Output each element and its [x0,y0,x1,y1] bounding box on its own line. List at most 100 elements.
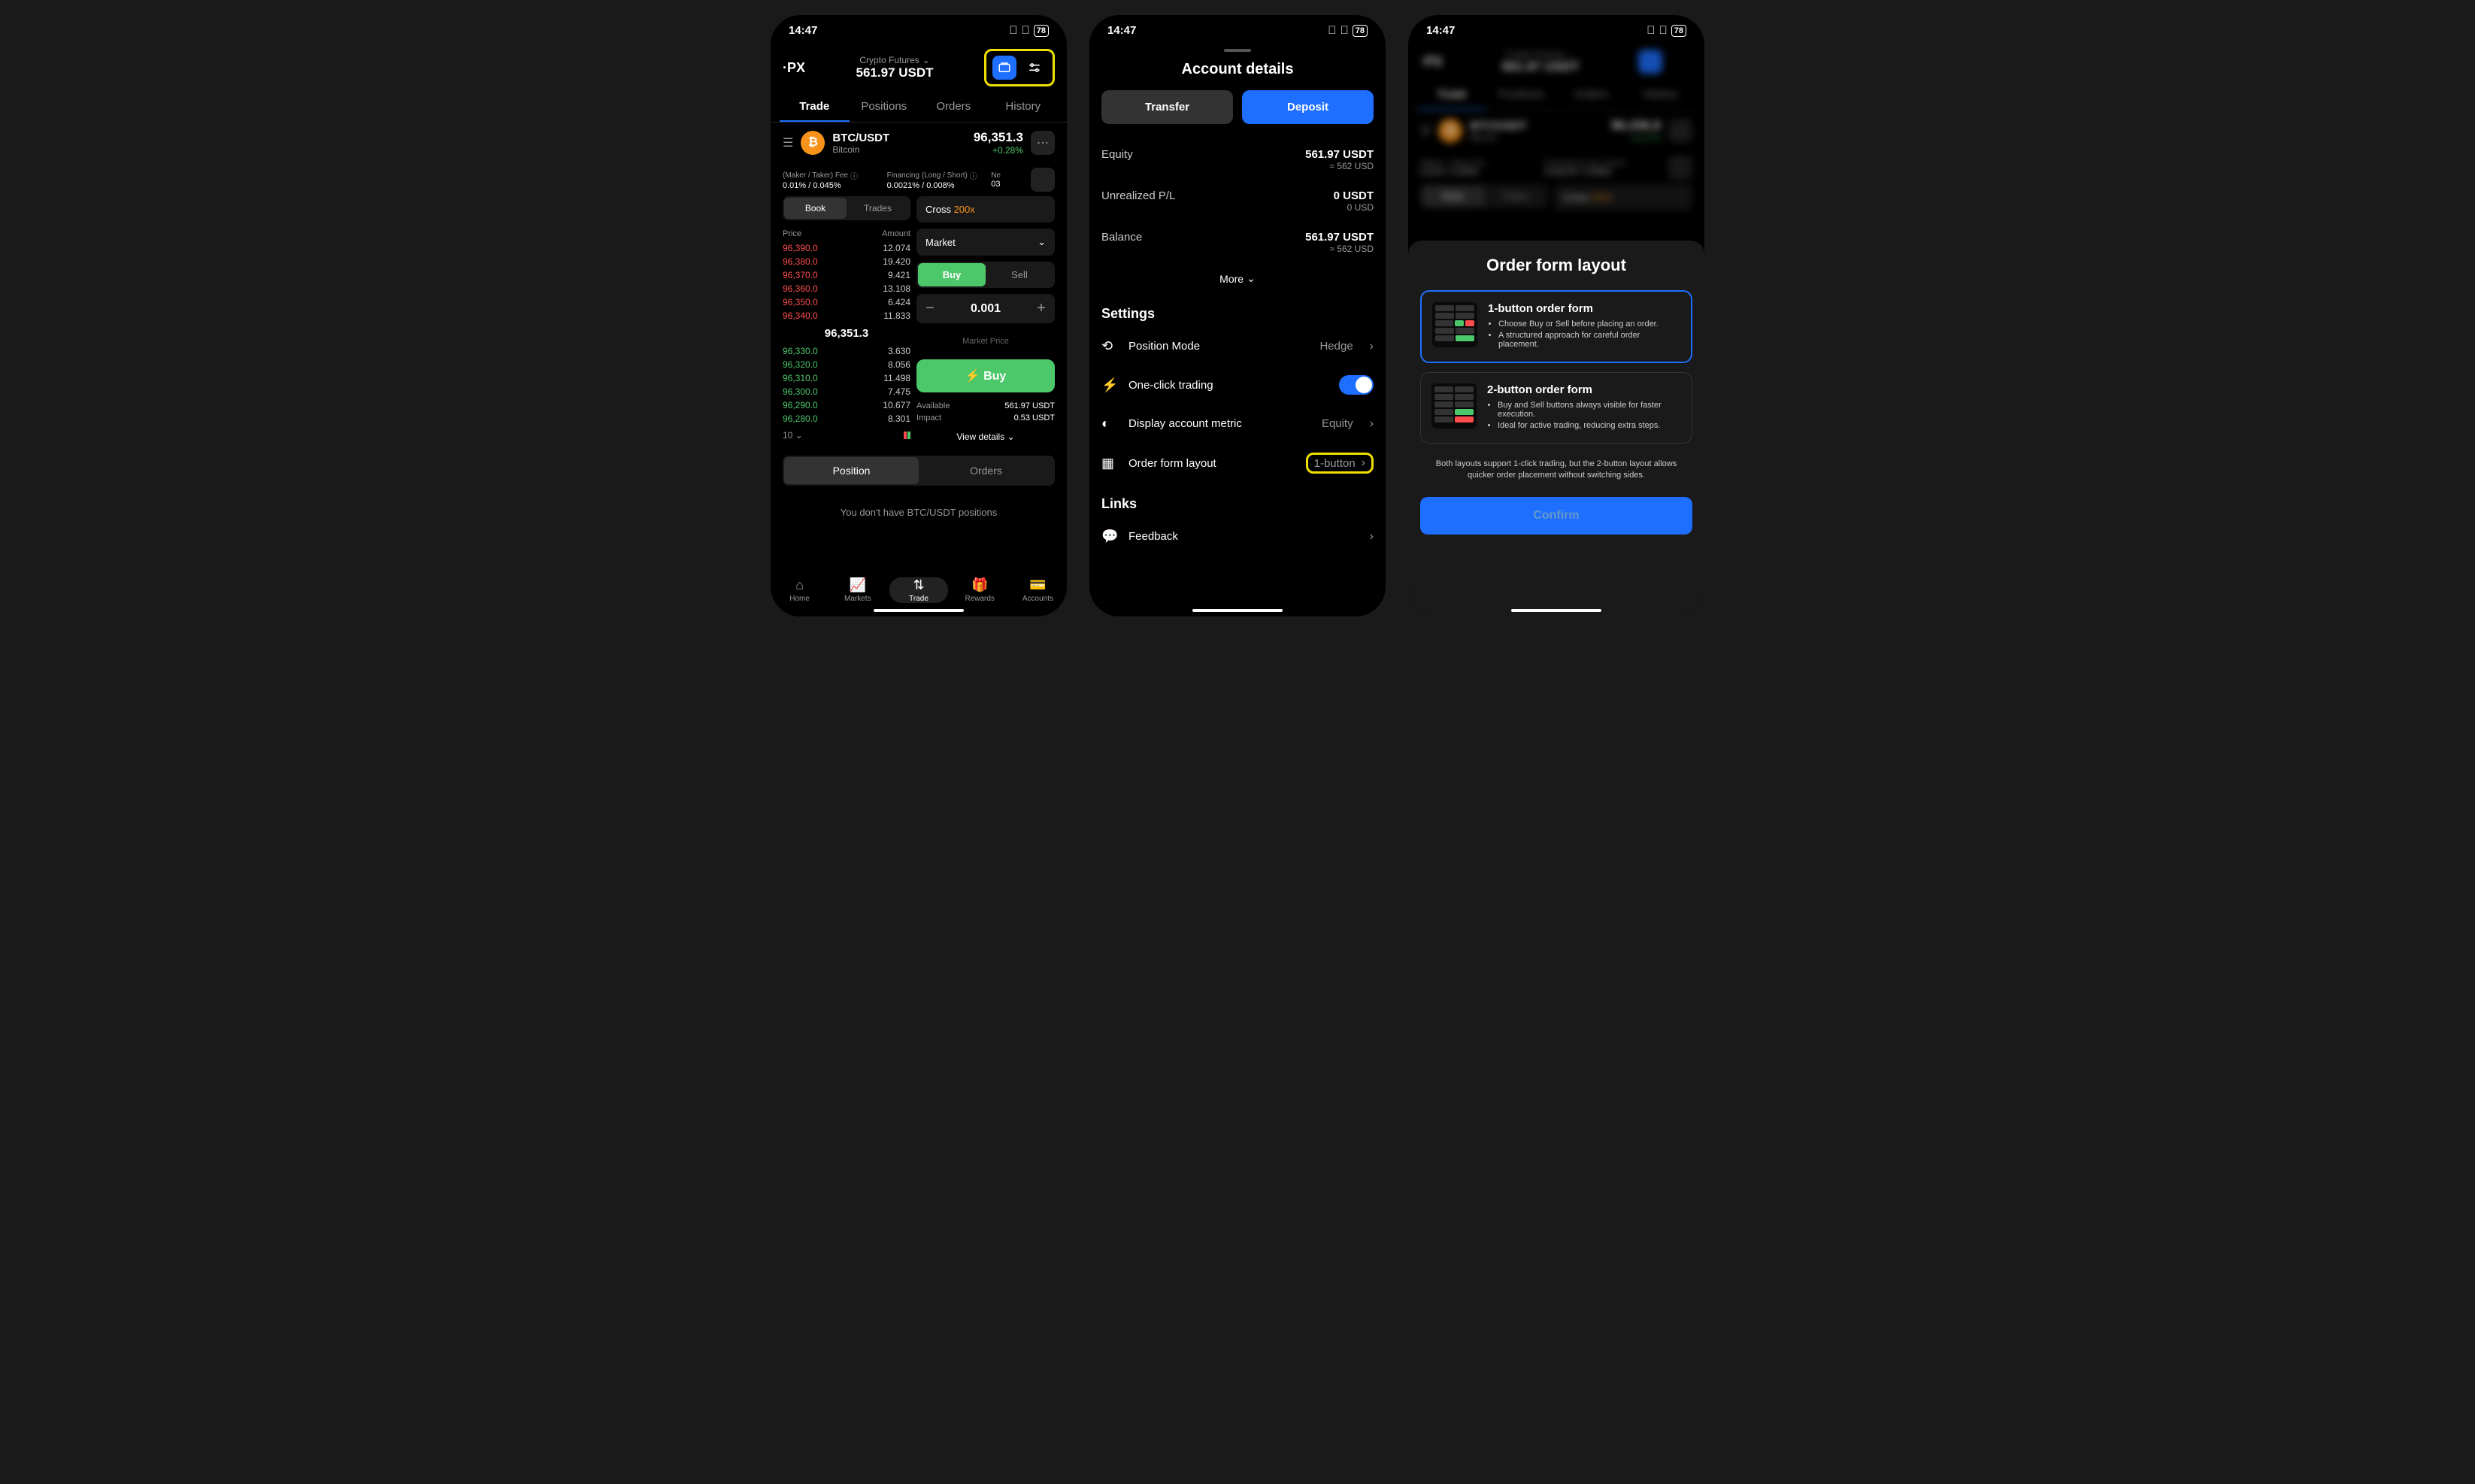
nav-home[interactable]: ⌂Home [771,577,829,603]
pair-symbol: BTC/USDT [832,132,965,144]
toggle-book[interactable]: Book [784,198,847,219]
tab-orders[interactable]: Orders [919,92,989,122]
preview-2-button [1431,383,1477,429]
balance-row: Balance 561.97 USDT≈ 562 USD [1089,222,1386,263]
grouping-dropdown[interactable]: 10 ⌄ [783,430,803,441]
chevron-right-icon: › [1370,530,1374,544]
side-sell[interactable]: Sell [986,263,1053,286]
order-layout-highlight: 1-button › [1306,453,1374,474]
qty-minus[interactable]: − [916,294,944,323]
sheet-title: Account details [1089,61,1386,78]
book-view-icon[interactable] [904,432,910,439]
home-indicator[interactable] [1192,609,1283,612]
orderbook-asks: 96,390.012.074 96,380.019.420 96,370.09.… [783,241,910,323]
upl-row: Unrealized P/L 0 USDT0 USD [1089,180,1386,222]
settings-sliders-icon[interactable] [1022,56,1047,80]
maker-taker-fee: 0.01% / 0.045% [783,181,875,190]
home-indicator[interactable] [1511,609,1601,612]
pair-change: +0.28% [974,145,1023,156]
more-button[interactable]: ⋯ [1031,131,1055,155]
status-bar: 14:47 􀙇 􀙈 78 [771,15,1067,43]
nav-trade[interactable]: ⇅Trade [889,577,947,603]
tab-positions[interactable]: Positions [850,92,919,122]
margin-mode-dropdown[interactable]: Cross 200x [916,196,1055,223]
status-time: 14:47 [789,24,817,37]
chevron-down-icon: ⌄ [1038,236,1046,248]
equity-row: Equity 561.97 USDT≈ 562 USD [1089,139,1386,180]
pair-price: 96,351.3 [974,130,1023,145]
chevron-down-icon: ⌄ [922,55,930,65]
financing-rate: 0.0021% / 0.008% [887,181,980,190]
nav-markets[interactable]: 📈Markets [829,577,886,603]
lightning-icon: ⚡ [1101,377,1118,393]
sheet-handle[interactable] [1224,49,1251,52]
position-mode-icon: ⟲ [1101,338,1118,354]
layout-footnote: Both layouts support 1-click trading, bu… [1420,453,1692,488]
toggle-position[interactable]: Position [784,457,919,484]
orderbook-bids: 96,330.03.630 96,320.08.056 96,310.011.4… [783,344,910,426]
toggle-orders[interactable]: Orders [919,457,1053,484]
qty-input[interactable]: 0.001 [944,302,1028,316]
info-icon[interactable]: ⓘ [850,170,858,181]
setting-position-mode[interactable]: ⟲ Position Mode Hedge › [1089,328,1386,365]
chevron-down-icon: ⌄ [1247,272,1256,285]
info-icon[interactable]: ⓘ [970,170,977,181]
chevron-right-icon: › [1362,456,1365,470]
nav-accounts[interactable]: 💳Accounts [1009,577,1067,603]
deposit-button[interactable]: Deposit [1242,90,1374,124]
gift-icon: 🎁 [951,577,1009,593]
wallet-icon: 💳 [1009,577,1067,593]
screen-account-details: 14:47 􀙇􀙈78 Account details Transfer Depo… [1089,15,1386,616]
preview-1-button [1432,302,1477,347]
settings-header: Settings [1089,294,1386,328]
setting-display-metric[interactable]: ◐ Display account metric Equity › [1089,405,1386,442]
view-details-link[interactable]: View details ⌄ [916,424,1055,450]
chevron-right-icon: › [1370,417,1374,431]
option-2-title: 2-button order form [1487,383,1681,396]
layout-icon: ▦ [1101,456,1118,471]
buy-button[interactable]: ⚡ Buy [916,359,1055,392]
home-indicator[interactable] [874,609,964,612]
option-1-title: 1-button order form [1488,302,1680,315]
side-buy[interactable]: Buy [918,263,986,286]
trade-icon: ⇅ [889,577,947,593]
wallet-icon[interactable] [992,56,1016,80]
app-logo: ·PX [783,60,805,76]
modal-title: Order form layout [1420,256,1692,275]
chart-icon: 📈 [829,577,886,593]
chart-button[interactable] [1031,168,1055,192]
account-balance: 561.97 USDT [814,65,975,80]
coin-icon: ₿ [801,131,825,155]
wifi-icon: 􀙈 [1022,24,1030,37]
layout-modal: Order form layout 1-button order form Ch… [1408,241,1704,616]
option-2-button[interactable]: 2-button order form Buy and Sell buttons… [1420,372,1692,444]
link-feedback[interactable]: 💬 Feedback › [1089,518,1386,555]
order-type-dropdown[interactable]: Market ⌄ [916,229,1055,256]
metric-icon: ◐ [1101,416,1118,432]
signal-icon: 􀙇 [1009,24,1017,37]
menu-icon[interactable]: ☰ [783,135,793,150]
screen-trade: 14:47 􀙇 􀙈 78 ·PX Crypto Futures ⌄ 561.97… [771,15,1067,616]
chevron-right-icon: › [1370,340,1374,353]
home-icon: ⌂ [771,577,829,593]
tab-history[interactable]: History [989,92,1059,122]
pair-name: Bitcoin [832,144,965,155]
market-type-dropdown[interactable]: Crypto Futures ⌄ [814,55,975,65]
confirm-button[interactable]: Confirm [1420,497,1692,535]
setting-one-click[interactable]: ⚡ One-click trading [1089,365,1386,405]
blurred-background: ·PX Crypto Futures ⌄ 561.97 USDT Trade P… [1408,43,1704,217]
nav-rewards[interactable]: 🎁Rewards [951,577,1009,603]
qty-plus[interactable]: + [1028,294,1055,323]
more-link[interactable]: More ⌄ [1089,263,1386,294]
transfer-button[interactable]: Transfer [1101,90,1233,124]
setting-order-layout[interactable]: ▦ Order form layout 1-button › [1089,442,1386,484]
one-click-toggle[interactable] [1339,375,1374,395]
links-header: Links [1089,484,1386,518]
feedback-icon: 💬 [1101,528,1118,544]
orderbook-mid-price: 96,351.3 [783,323,910,344]
toggle-trades[interactable]: Trades [847,198,909,219]
tab-trade[interactable]: Trade [780,92,850,122]
market-price-label: Market Price [916,329,1055,359]
option-1-button[interactable]: 1-button order form Choose Buy or Sell b… [1420,290,1692,363]
main-tabs: Trade Positions Orders History [771,92,1067,123]
